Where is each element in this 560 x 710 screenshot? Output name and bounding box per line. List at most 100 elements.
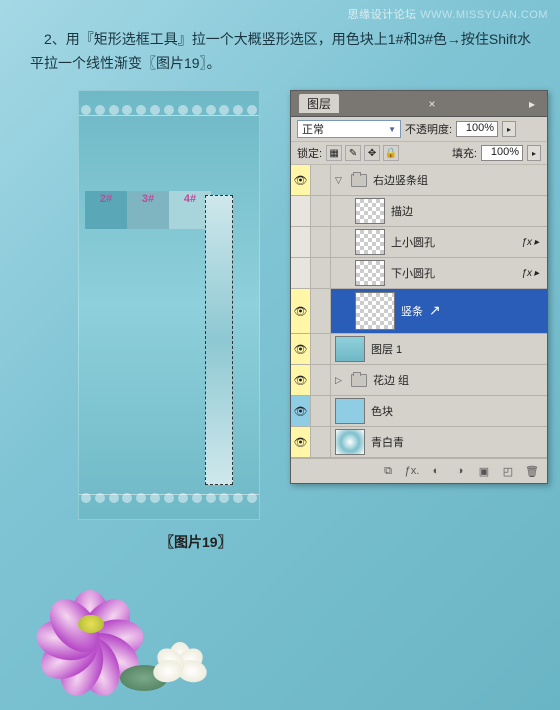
fold-icon[interactable]: ▷ [335, 375, 345, 386]
figure-caption: 〖图片19〗 [160, 532, 232, 552]
layer-top-holes[interactable]: 上小圆孔 ƒx ▸ [291, 227, 547, 258]
layer-name: 右边竖条组 [373, 172, 428, 188]
watermark-url: WWW.MISSYUAN.COM [420, 9, 548, 21]
adjustment-icon[interactable]: ◑ [451, 463, 469, 479]
fx-badge[interactable]: ƒx ▸ [521, 268, 543, 279]
link-col[interactable] [311, 365, 331, 395]
folder-icon [351, 174, 367, 187]
layer-list: 👁 ▽ 右边竖条组 描边 上小圆孔 ƒx ▸ [291, 165, 547, 458]
link-col[interactable] [311, 227, 331, 257]
layer-name: 竖条 [401, 303, 423, 319]
link-col[interactable] [311, 334, 331, 364]
lock-all-icon[interactable]: 🔒 [383, 145, 399, 161]
panel-menu-icon[interactable]: ▸ [525, 97, 539, 111]
trash-icon[interactable]: 🗑 [523, 463, 541, 479]
layer-vertical-strip[interactable]: 👁 竖条 [291, 289, 547, 334]
new-group-icon[interactable]: ▣ [475, 463, 493, 479]
visibility-toggle[interactable]: 👁 [291, 289, 311, 333]
eye-icon: 👁 [294, 305, 308, 318]
link-col[interactable] [311, 196, 331, 226]
eye-icon: 👁 [294, 405, 308, 418]
layer-thumb [355, 260, 385, 286]
visibility-toggle[interactable]: 👁 [291, 365, 311, 395]
layer-name: 色块 [371, 403, 393, 419]
layer-name: 青白青 [371, 434, 404, 450]
lotus-flower-large [20, 560, 160, 680]
layer-name: 上小圆孔 [391, 234, 435, 250]
layer-color-block[interactable]: 👁 色块 [291, 396, 547, 427]
panel-titlebar[interactable]: 图层 × ▸ [291, 91, 547, 117]
layer-thumb [335, 429, 365, 455]
layer-thumb [355, 198, 385, 224]
layer-thumb [355, 292, 395, 330]
blend-mode-value: 正常 [302, 121, 324, 137]
layer-cyan-white-cyan[interactable]: 👁 青白青 [291, 427, 547, 458]
fill-input[interactable]: 100% [481, 145, 523, 161]
hrule-top [79, 115, 259, 116]
marquee-selection [205, 195, 233, 485]
layer-name: 描边 [391, 203, 413, 219]
lock-fill-row: 锁定: ▦ ✎ ✥ 🔒 填充: 100% ▸ [291, 142, 547, 165]
fill-flyout-icon[interactable]: ▸ [527, 145, 541, 161]
visibility-toggle[interactable] [291, 196, 311, 226]
watermark-site: 思缘设计论坛 [348, 9, 417, 21]
layer-group-lace[interactable]: 👁 ▷ 花边 组 [291, 365, 547, 396]
layer-bottom-holes[interactable]: 下小圆孔 ƒx ▸ [291, 258, 547, 289]
eye-icon: 👁 [294, 436, 308, 449]
artwork-preview: 2# 3# 4# [78, 90, 260, 520]
opacity-label: 不透明度: [405, 121, 452, 137]
swatch-2: 2# [85, 191, 127, 229]
new-layer-icon[interactable]: ◰ [499, 463, 517, 479]
lock-position-icon[interactable]: ✥ [364, 145, 380, 161]
blend-mode-select[interactable]: 正常 ▼ [297, 120, 401, 138]
blend-opacity-row: 正常 ▼ 不透明度: 100% ▸ [291, 117, 547, 142]
eye-icon: 👁 [294, 374, 308, 387]
folder-icon [351, 374, 367, 387]
lock-transparency-icon[interactable]: ▦ [326, 145, 342, 161]
visibility-toggle[interactable]: 👁 [291, 396, 311, 426]
link-col[interactable] [311, 289, 331, 333]
layer-thumb [335, 398, 365, 424]
opacity-flyout-icon[interactable]: ▸ [502, 121, 516, 137]
layer-thumb [335, 336, 365, 362]
swatch-3: 3# [127, 191, 169, 229]
color-swatches: 2# 3# 4# [85, 191, 211, 229]
link-col[interactable] [311, 396, 331, 426]
visibility-toggle[interactable]: 👁 [291, 165, 311, 195]
link-col[interactable] [311, 427, 331, 457]
lock-buttons: ▦ ✎ ✥ 🔒 [326, 145, 399, 161]
fx-icon[interactable]: ƒx. [403, 463, 421, 479]
link-col[interactable] [311, 165, 331, 195]
cursor-icon [429, 302, 443, 320]
layer-stroke[interactable]: 描边 [291, 196, 547, 227]
layer-1[interactable]: 👁 图层 1 [291, 334, 547, 365]
fx-badge[interactable]: ƒx ▸ [521, 237, 543, 248]
visibility-toggle[interactable]: 👁 [291, 334, 311, 364]
panel-tab-layers[interactable]: 图层 [299, 94, 339, 113]
mask-icon[interactable]: ◐ [427, 463, 445, 479]
close-icon[interactable]: × [424, 97, 439, 111]
fold-icon[interactable]: ▽ [335, 175, 345, 186]
eye-icon: 👁 [294, 174, 308, 187]
visibility-toggle[interactable] [291, 227, 311, 257]
lotus-flower-small [145, 630, 215, 685]
eye-icon: 👁 [294, 343, 308, 356]
chevron-down-icon: ▼ [388, 125, 396, 134]
link-col[interactable] [311, 258, 331, 288]
opacity-input[interactable]: 100% [456, 121, 498, 137]
visibility-toggle[interactable] [291, 258, 311, 288]
panel-footer: ⧉ ƒx. ◐ ◑ ▣ ◰ 🗑 [291, 458, 547, 483]
fill-label: 填充: [452, 145, 477, 161]
visibility-toggle[interactable]: 👁 [291, 427, 311, 457]
layer-name: 下小圆孔 [391, 265, 435, 281]
lock-pixels-icon[interactable]: ✎ [345, 145, 361, 161]
scallop-border-bottom [79, 493, 259, 505]
layer-name: 花边 组 [373, 372, 409, 388]
layers-panel: 图层 × ▸ 正常 ▼ 不透明度: 100% ▸ 锁定: ▦ ✎ ✥ 🔒 填充:… [290, 90, 548, 484]
layer-group-right-strip[interactable]: 👁 ▽ 右边竖条组 [291, 165, 547, 196]
layer-name: 图层 1 [371, 341, 402, 357]
watermark: 思缘设计论坛 WWW.MISSYUAN.COM [348, 6, 548, 22]
layer-thumb [355, 229, 385, 255]
link-layers-icon[interactable]: ⧉ [379, 463, 397, 479]
lock-label: 锁定: [297, 145, 322, 161]
